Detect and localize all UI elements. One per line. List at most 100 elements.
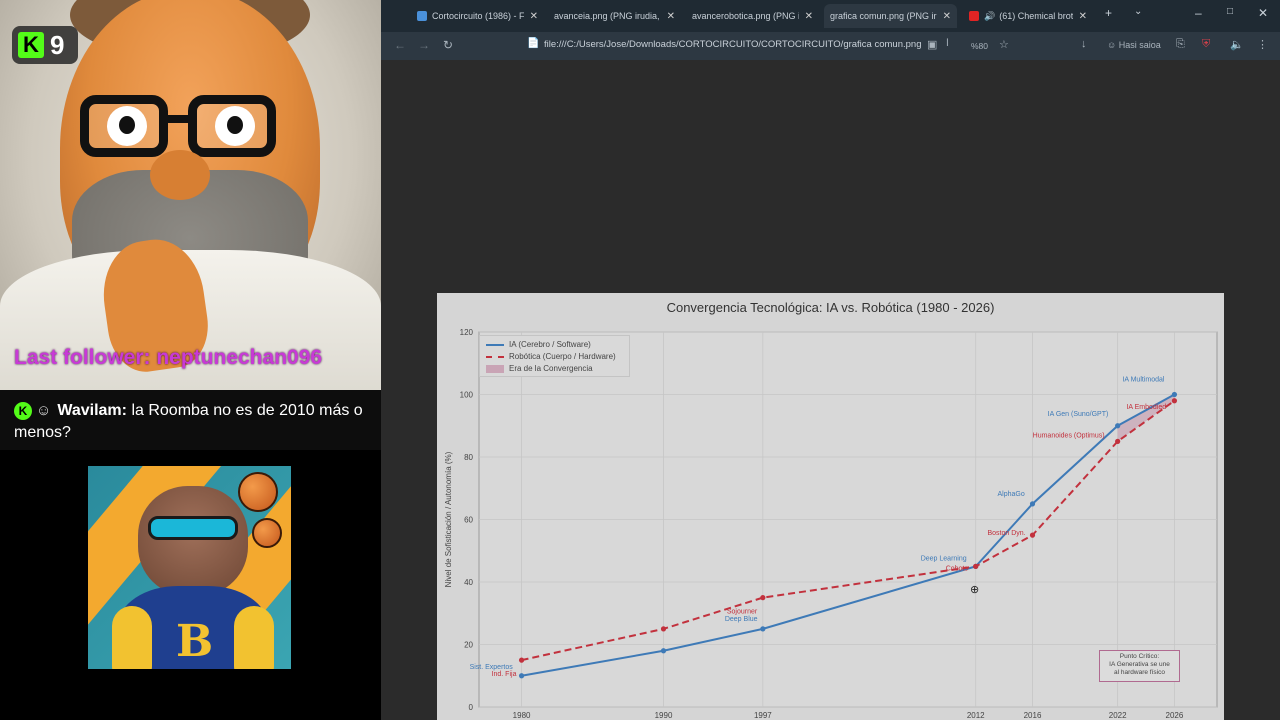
x-tick-label: 1990 [655,711,673,720]
back-icon[interactable]: ← [394,38,406,52]
data-point [973,563,979,569]
browser-window: Cortocircuito (1986) - Film ✕ avanceia.p… [381,0,1280,720]
point-label: Humanoides (Optimus) [1033,432,1105,439]
x-tick-label: 2016 [1024,711,1042,720]
point-label: Sojourner [727,609,758,616]
data-point [1029,532,1036,538]
x-tick-label: 1997 [754,711,772,720]
shield-icon[interactable]: ⛨ [1202,38,1210,51]
legend-item-convergencia: Era de la Convergencia [486,363,623,375]
y-tick-label: 100 [460,391,474,400]
point-label: Deep Learning [921,555,967,562]
maximize-button[interactable]: □ [1227,6,1233,17]
y-tick-label: 60 [464,516,473,525]
chat-message: K ☺ Wavilam: la Roomba no es de 2010 más o… [0,390,381,450]
chat-username: Wavilam: [57,402,127,420]
user-icon: ☺ [36,402,52,419]
tab-bar: Cortocircuito (1986) - Film ✕ avanceia.p… [381,0,1280,32]
kick-count: 9 [50,29,65,60]
point-label: IA Gen (Suno/GPT) [1048,411,1109,418]
kick-viewer-badge: K 9 [12,26,78,64]
chart-title: Convergencia Tecnológica: IA vs. Robótic… [666,300,995,315]
last-follower-text: Last follower: neptunechan096 [14,346,323,369]
letterman-jacket: B [112,586,274,669]
account-button[interactable]: ☺ Hasi saioa [1107,40,1161,50]
kick-logo-icon: K [18,32,44,58]
basketball-icon [238,472,278,512]
point-label: Ind. Fija [492,671,517,678]
tab-grafica-comun[interactable]: grafica comun.png (PNG irudi ✕ [824,4,957,28]
stream-overlay: K 9 Last follower: neptunechan096 K ☺ Wavi… [0,0,381,720]
legend-item-robotica: Robótica (Cuerpo / Hardware) [486,351,623,363]
bookmark-star-icon[interactable]: ☆ [999,38,1009,51]
reload-icon[interactable]: ↻ [443,38,453,52]
page-viewport: 0 20 40 60 80 100 120 1980 1990 1997 2012 2016 2022 2… [381,60,1280,720]
wolf-head [138,486,248,596]
zoom-cursor-icon: ⊕ [970,584,980,596]
y-axis-label: Nivel de Sofisticación / Autonomía (%) [444,451,453,587]
close-window-button[interactable]: ✕ [1258,6,1268,20]
tab-avancerobotica[interactable]: avancerobotica.png (PNG irudi ✕ [686,4,819,28]
data-point [1115,423,1121,429]
tab-cortocircuito[interactable]: Cortocircuito (1986) - Film ✕ [411,4,544,28]
data-point [760,595,766,601]
x-tick-label: 2012 [967,711,985,720]
x-tick-label: 1980 [513,711,531,720]
point-label: Sist. Expertos [470,664,514,671]
new-tab-button[interactable]: + [1105,6,1112,20]
data-point [518,673,525,679]
youtube-icon [969,11,979,21]
data-point [518,657,525,663]
x-tick-label: 2022 [1109,711,1127,720]
legend-item-ia: IA (Cerebro / Software) [486,339,623,351]
minimize-button[interactable]: – [1195,6,1202,20]
zoom-level[interactable]: %80 [971,41,988,51]
data-point [1029,501,1036,507]
kick-icon: K [14,402,32,420]
point-label: IA Multimodal [1122,377,1164,384]
x-tick-label: 2026 [1166,711,1184,720]
audio-icon[interactable]: 🔈 [1230,38,1244,51]
tab-avanceia[interactable]: avanceia.png (PNG irudia, 120 ✕ [548,4,681,28]
y-tick-label: 40 [464,578,473,587]
chevron-down-icon[interactable]: ⌄ [1134,6,1142,17]
close-icon[interactable]: ✕ [943,11,951,22]
sunglasses-icon [148,516,238,540]
point-label: AlphaGo [998,491,1025,498]
download-icon[interactable]: ↓ [1081,38,1087,50]
y-tick-label: 120 [460,328,474,337]
data-point [1115,438,1121,444]
close-icon[interactable]: ✕ [667,11,675,22]
data-point [760,626,766,632]
critical-point-annotation: Punto Crítico: IA Generativa se une al h… [1099,650,1180,682]
file-icon: 📄 [527,38,540,49]
data-point [1171,391,1178,398]
wolf-avatar-image: B [88,466,291,669]
chart-image: 0 20 40 60 80 100 120 1980 1990 1997 2012 2016 2022 2… [437,293,1224,720]
point-label: IA Embodied [1126,404,1166,411]
data-point [1171,398,1178,404]
speaker-icon[interactable]: 🔊 [984,11,995,22]
y-tick-label: 0 [469,703,474,712]
data-point [660,626,667,632]
y-tick-label: 20 [464,641,473,650]
point-label: Cobots [946,565,969,572]
screenshot-icon[interactable]: ▣ [927,38,937,51]
url-field[interactable]: file:///C:/Users/Jose/Downloads/CORTOCIR… [544,39,921,50]
chart-legend: IA (Cerebro / Software) Robótica (Cuerpo… [479,335,630,377]
menu-icon[interactable]: ⋮ [1257,38,1268,51]
point-label: Boston Dyn. [988,530,1026,537]
puppet-nose [150,150,210,200]
forward-icon[interactable]: → [418,38,430,52]
y-tick-label: 80 [464,453,473,462]
extensions-icon[interactable]: ⎘ [1176,38,1185,51]
close-icon[interactable]: ✕ [805,11,813,22]
translate-icon[interactable]: ا [946,38,949,49]
tab-youtube[interactable]: 🔊 (61) Chemical brother ✕ [963,4,1093,28]
data-point [660,648,667,654]
close-icon[interactable]: ✕ [1079,11,1087,22]
point-label: Deep Blue [725,616,758,623]
address-bar: ← → ↻ 📄 file:///C:/Users/Jose/Downloads/… [381,32,1280,60]
film-icon [417,11,427,21]
close-icon[interactable]: ✕ [530,11,538,22]
